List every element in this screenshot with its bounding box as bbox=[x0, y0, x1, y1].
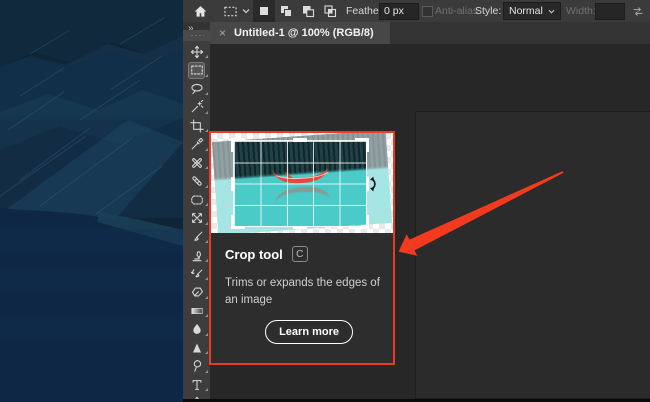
healing-brush-icon bbox=[191, 176, 202, 186]
clone-stamp-tool[interactable] bbox=[189, 248, 208, 263]
move-tool[interactable] bbox=[189, 44, 208, 59]
document-canvas[interactable] bbox=[415, 111, 650, 399]
sharpen-tool[interactable] bbox=[189, 340, 208, 355]
selection-mode-group bbox=[253, 0, 341, 22]
history-brush-icon bbox=[190, 268, 202, 277]
move-icon bbox=[190, 45, 203, 58]
crop-handle bbox=[231, 176, 235, 191]
dodge-icon bbox=[193, 360, 201, 372]
crossed-arrows-icon bbox=[191, 213, 202, 223]
document-tab[interactable]: × Untitled-1 @ 100% (RGB/8) bbox=[210, 22, 390, 44]
style-label: Style: bbox=[475, 5, 502, 17]
marquee-preset-icon bbox=[224, 6, 237, 16]
brush-tool[interactable] bbox=[189, 229, 208, 244]
new-selection-button[interactable] bbox=[253, 0, 275, 22]
rotate-cursor-icon bbox=[370, 176, 376, 192]
add-to-selection-icon bbox=[281, 6, 292, 17]
magic-wand-tool[interactable] bbox=[189, 100, 208, 115]
tooltip-preview-image bbox=[211, 133, 393, 233]
marquee-icon bbox=[190, 65, 203, 75]
lasso-icon bbox=[190, 83, 203, 94]
type-tool[interactable] bbox=[189, 377, 208, 392]
dodge-tool[interactable] bbox=[189, 359, 208, 374]
photoshop-window: Feather: Anti-alias Style: Normal Width: bbox=[183, 0, 650, 402]
eraser-icon bbox=[191, 287, 203, 297]
grip-dots-icon bbox=[189, 33, 204, 38]
add-to-selection-button[interactable] bbox=[275, 0, 297, 22]
eyedropper-tool[interactable] bbox=[189, 137, 208, 152]
tool-preset-button[interactable] bbox=[223, 0, 250, 22]
workspace-exchange-button[interactable] bbox=[631, 0, 645, 22]
anti-alias-label: Anti-alias bbox=[435, 5, 479, 17]
subtract-from-selection-button[interactable] bbox=[297, 0, 319, 22]
patch-icon bbox=[190, 195, 203, 204]
chevron-down-icon bbox=[242, 9, 250, 14]
intersect-selection-button[interactable] bbox=[319, 0, 341, 22]
history-brush-tool[interactable] bbox=[189, 266, 208, 281]
crop-bounding-box bbox=[231, 138, 369, 229]
crop-tool-tooltip: Crop tool C Trims or expands the edges o… bbox=[209, 131, 395, 365]
screenshot-root: Feather: Anti-alias Style: Normal Width: bbox=[0, 0, 650, 402]
eraser-tool[interactable] bbox=[189, 285, 208, 300]
crop-handle bbox=[231, 138, 245, 152]
tooltip-title: Crop tool bbox=[225, 246, 283, 262]
spot-healing-icon bbox=[191, 157, 202, 168]
type-icon bbox=[192, 379, 201, 390]
water-drop-icon bbox=[192, 323, 201, 334]
rectangular-marquee-tool[interactable] bbox=[189, 62, 208, 78]
home-button[interactable] bbox=[193, 0, 208, 22]
tooltip-description: Trims or expands the edges of an image bbox=[225, 277, 380, 306]
crop-handle bbox=[231, 215, 245, 229]
gradient-tool[interactable] bbox=[189, 303, 208, 318]
tool-palette bbox=[183, 30, 210, 402]
width-input[interactable] bbox=[595, 2, 625, 20]
chevron-down-icon bbox=[548, 9, 555, 14]
crop-tool[interactable] bbox=[189, 118, 208, 133]
content-aware-move-tool[interactable] bbox=[189, 211, 208, 226]
style-select[interactable]: Normal bbox=[503, 2, 561, 20]
brush-icon bbox=[193, 231, 202, 241]
tooltip-body: Crop tool C Trims or expands the edges o… bbox=[211, 233, 393, 345]
lasso-tool[interactable] bbox=[189, 81, 208, 96]
anti-alias-checkbox[interactable] bbox=[422, 5, 433, 17]
style-select-value: Normal bbox=[509, 5, 543, 17]
options-bar: Feather: Anti-alias Style: Normal Width: bbox=[183, 0, 650, 23]
triangle-icon bbox=[192, 342, 201, 353]
eyedropper-icon bbox=[191, 138, 203, 150]
learn-more-button[interactable]: Learn more bbox=[265, 320, 353, 345]
palette-drag-handle[interactable] bbox=[183, 30, 210, 41]
crop-handle bbox=[293, 225, 307, 229]
wallpaper-mountains-image bbox=[0, 0, 183, 402]
crop-handle bbox=[355, 215, 369, 229]
gradient-icon bbox=[190, 307, 203, 314]
intersect-selection-icon bbox=[324, 5, 337, 18]
healing-brush-tool[interactable] bbox=[189, 174, 208, 189]
tab-close-icon[interactable]: × bbox=[219, 27, 226, 39]
magic-wand-icon bbox=[191, 100, 203, 113]
spot-healing-brush-tool[interactable] bbox=[189, 155, 208, 170]
blur-tool[interactable] bbox=[189, 322, 208, 337]
shortcut-key-badge: C bbox=[291, 246, 308, 262]
tab-title: Untitled-1 @ 100% (RGB/8) bbox=[234, 27, 374, 39]
crop-handle bbox=[293, 138, 307, 142]
feather-input[interactable] bbox=[379, 2, 419, 20]
crop-handle bbox=[355, 138, 369, 152]
exchange-arrows-icon bbox=[633, 6, 643, 16]
new-selection-icon bbox=[260, 7, 268, 15]
document-tab-bar: » × Untitled-1 @ 100% (RGB/8) bbox=[183, 22, 650, 44]
desktop-wallpaper bbox=[0, 0, 183, 402]
width-label: Width: bbox=[566, 5, 596, 17]
crop-icon bbox=[189, 118, 204, 133]
patch-tool[interactable] bbox=[189, 192, 208, 207]
subtract-from-selection-icon bbox=[303, 6, 315, 18]
clone-stamp-icon bbox=[192, 251, 201, 262]
home-icon bbox=[194, 5, 207, 17]
